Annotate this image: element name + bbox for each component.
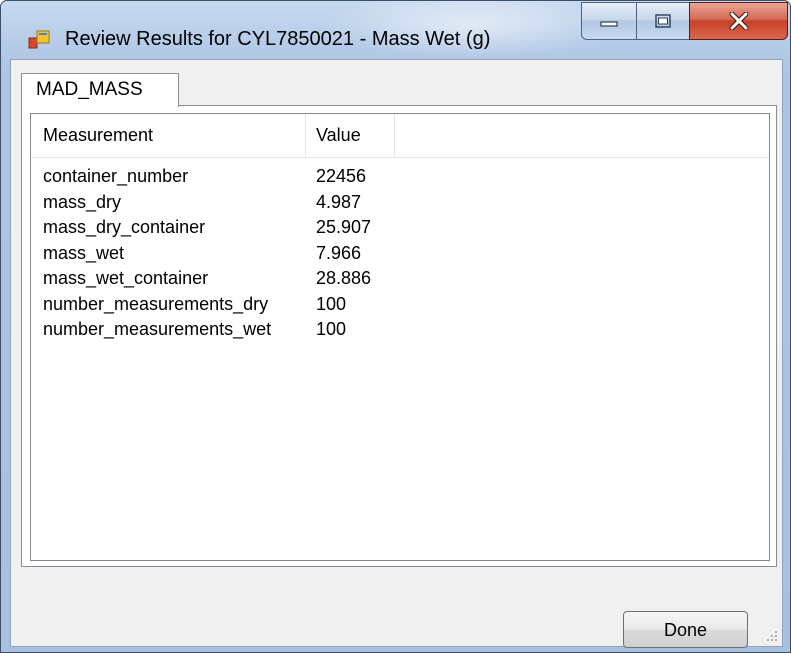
review-results-window: Review Results for CYL7850021 - Mass Wet… (0, 0, 791, 653)
value-cell: 7.966 (316, 242, 362, 263)
minimize-icon (600, 21, 618, 27)
resize-grip-icon[interactable] (766, 630, 778, 642)
table-row[interactable]: container_number 22456 (31, 164, 769, 190)
caption-buttons (581, 2, 788, 42)
table-row[interactable]: mass_dry 4.987 (31, 190, 769, 216)
measurement-cell: mass_wet_container (43, 268, 209, 288)
app-window-icon[interactable] (28, 28, 50, 50)
tab-label: MAD_MASS (36, 79, 143, 100)
column-header-value[interactable]: Value (306, 114, 395, 157)
measurement-cell: container_number (43, 166, 189, 186)
tab-page: Measurement Value container_number 22456… (21, 105, 777, 567)
value-cell: 100 (316, 293, 347, 314)
list-header: Measurement Value (31, 114, 769, 158)
value-cell: 25.907 (316, 217, 372, 237)
table-row[interactable]: number_measurements_dry 100 (31, 292, 769, 318)
table-row[interactable]: mass_dry_container 25.907 (31, 215, 769, 241)
value-cell: 22456 (316, 166, 367, 186)
done-button[interactable]: Done (623, 611, 748, 648)
value-cell: 4.987 (316, 191, 362, 212)
window-title: Review Results for CYL7850021 - Mass Wet… (65, 28, 491, 50)
tab-mad-mass[interactable]: MAD_MASS (21, 73, 179, 107)
measurement-cell: number_measurements_dry (43, 293, 269, 314)
list-rows: container_number 22456 mass_dry 4.987 ma… (31, 164, 769, 343)
table-row[interactable]: number_measurements_wet 100 (31, 317, 769, 343)
table-row[interactable]: mass_wet 7.966 (31, 241, 769, 267)
measurement-cell: number_measurements_wet (43, 319, 272, 339)
close-icon (729, 12, 748, 30)
title-bar[interactable]: Review Results for CYL7850021 - Mass Wet… (1, 1, 790, 59)
measurement-cell: mass_dry (43, 191, 122, 212)
dialog-client-area: MAD_MASS Measurement Value container_num… (10, 59, 783, 648)
minimize-button[interactable] (581, 2, 636, 40)
maximize-button[interactable] (636, 2, 689, 40)
column-header-measurement[interactable]: Measurement (31, 114, 306, 157)
measurement-cell: mass_wet (43, 242, 125, 263)
measurement-cell: mass_dry_container (43, 217, 206, 237)
table-row[interactable]: mass_wet_container 28.886 (31, 266, 769, 292)
value-cell: 100 (316, 319, 347, 339)
value-cell: 28.886 (316, 268, 372, 288)
close-button[interactable] (689, 2, 788, 40)
maximize-icon (655, 14, 671, 28)
results-list[interactable]: Measurement Value container_number 22456… (30, 113, 770, 561)
